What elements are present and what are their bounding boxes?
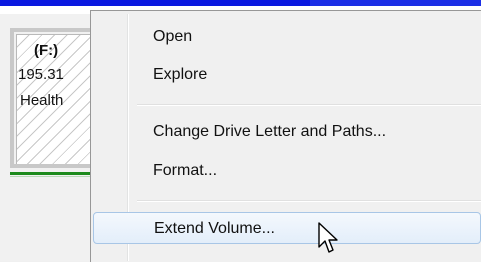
menu-item-format[interactable]: Format...: [92, 156, 481, 186]
menu-item-open[interactable]: Open: [92, 22, 481, 52]
menu-item-extend-volume[interactable]: Extend Volume...: [93, 212, 481, 244]
healthy-status-bar-shadow: [10, 176, 96, 177]
volume-name: (F:): [34, 42, 59, 59]
volume-size: 195.31: [18, 66, 64, 83]
volume-selection-border-left: [10, 28, 14, 166]
menu-item-explore[interactable]: Explore: [92, 60, 481, 90]
menu-item-change-drive-letter[interactable]: Change Drive Letter and Paths...: [92, 117, 481, 147]
arrow-pointer-icon: [318, 222, 338, 253]
menu-separator: [137, 200, 481, 202]
volume-selection-border-bottom: [10, 164, 96, 168]
menu-separator: [137, 104, 481, 106]
healthy-status-bar: [10, 172, 96, 175]
volume-selection-border-top: [10, 28, 96, 32]
volume-status: Health: [20, 92, 64, 109]
